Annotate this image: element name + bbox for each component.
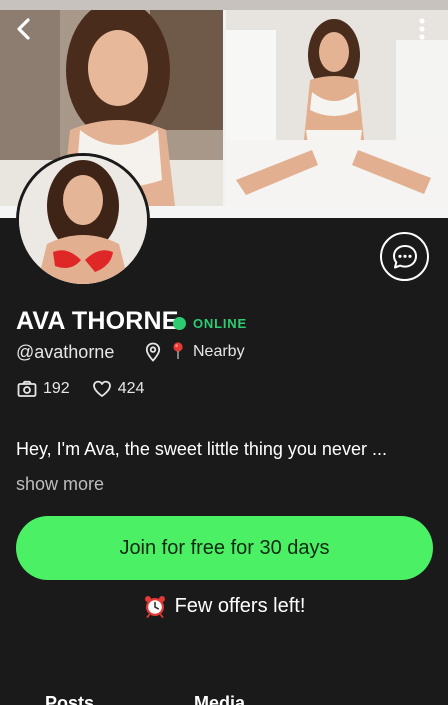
online-dot — [173, 317, 186, 330]
avatar[interactable] — [16, 153, 150, 287]
chat-button[interactable] — [380, 232, 429, 281]
pushpin-icon — [173, 342, 183, 359]
tab-media[interactable]: Media — [194, 690, 245, 705]
photos-count[interactable]: 192 — [17, 380, 70, 398]
profile-name: AVA THORNE — [16, 307, 179, 335]
alarm-clock-icon — [144, 596, 165, 618]
chat-bubble-icon — [392, 244, 417, 268]
offers-notice: Few offers left! — [0, 592, 448, 620]
tab-posts[interactable]: Posts — [45, 690, 94, 705]
show-more-link[interactable]: show more — [16, 472, 104, 496]
offers-text: Few offers left! — [174, 595, 306, 617]
online-label: ONLINE — [193, 316, 247, 331]
status-strip — [0, 0, 448, 10]
location-label: Nearby — [193, 343, 245, 360]
location-icon — [145, 342, 161, 362]
content-tabs: Posts Media — [0, 690, 448, 705]
join-free-button[interactable]: Join for free for 30 days — [16, 516, 433, 580]
heart-icon — [92, 380, 111, 397]
photos-count-value: 192 — [43, 380, 70, 397]
more-vertical-icon — [419, 18, 425, 40]
profile-page: AVA THORNE ONLINE @avathorne Nearby 192 … — [0, 0, 448, 705]
online-status: ONLINE — [173, 316, 247, 331]
camera-icon — [17, 380, 37, 397]
likes-count[interactable]: 424 — [92, 380, 145, 398]
likes-count-value: 424 — [117, 380, 145, 397]
chevron-left-icon — [17, 18, 30, 40]
profile-bio: Hey, I'm Ava, the sweet little thing you… — [16, 439, 387, 459]
more-options-button[interactable] — [414, 16, 430, 42]
profile-handle: @avathorne — [16, 342, 115, 362]
back-button[interactable] — [12, 16, 36, 42]
profile-stats: 192 424 — [17, 380, 166, 398]
